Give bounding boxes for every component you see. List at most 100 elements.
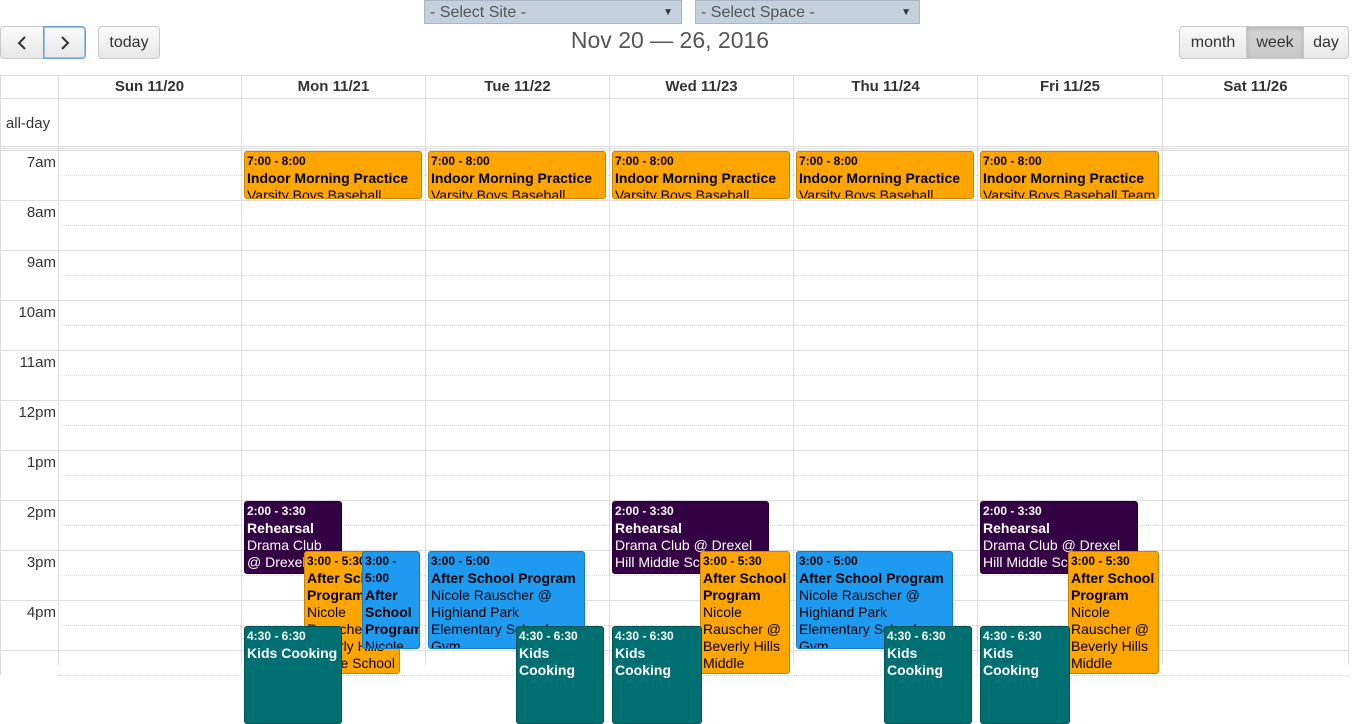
event-time: 4:30 - 6:30 bbox=[247, 629, 306, 643]
time-label: 1pm bbox=[26, 454, 56, 471]
calendar-event[interactable]: 4:30 - 6:30 Kids Cooking bbox=[612, 626, 702, 724]
time-label: 10am bbox=[18, 304, 56, 321]
hour-line bbox=[0, 200, 1349, 201]
event-title: After School Program bbox=[365, 587, 420, 637]
event-time: 4:30 - 6:30 bbox=[887, 629, 946, 643]
hour-line bbox=[0, 300, 1349, 301]
day-header: Tue 11/22 bbox=[426, 75, 610, 98]
event-time: 2:00 - 3:30 bbox=[247, 504, 306, 518]
event-title: Kids Cooking bbox=[247, 645, 338, 661]
event-time: 4:30 - 6:30 bbox=[519, 629, 578, 643]
event-title: After School Program bbox=[431, 570, 576, 586]
event-time: 3:00 - 5:00 bbox=[431, 554, 490, 568]
event-title: Indoor Morning Practice bbox=[247, 170, 409, 186]
event-title: Rehearsal bbox=[247, 520, 314, 536]
event-time: 3:00 - 5:30 bbox=[1071, 554, 1130, 568]
event-time: 7:00 - 8:00 bbox=[431, 154, 490, 168]
calendar-event[interactable]: 3:00 - 5:00After School ProgramNicole Ra… bbox=[362, 551, 420, 649]
calendar-event[interactable]: 4:30 - 6:30 Kids Cooking bbox=[516, 626, 604, 724]
hour-line bbox=[0, 350, 1349, 351]
select-site-dropdown[interactable]: - Select Site - ▼ bbox=[424, 0, 682, 24]
half-hour-line bbox=[58, 425, 1349, 426]
time-label: 9am bbox=[26, 254, 56, 271]
half-hour-line bbox=[58, 475, 1349, 476]
calendar-event[interactable]: 7:00 - 8:00 Indoor Morning Practice Varsit… bbox=[612, 151, 790, 199]
day-header: Sat 11/26 bbox=[1163, 75, 1349, 98]
event-description: Nicole Rauscher @ Beverly Hills Middle S… bbox=[703, 604, 782, 673]
event-title: After School Program bbox=[1071, 570, 1155, 603]
event-description: Varsity Boys Baseball Team bbox=[615, 187, 750, 199]
event-title: Indoor Morning Practice bbox=[983, 170, 1145, 186]
hour-line bbox=[0, 400, 1349, 401]
event-title: Indoor Morning Practice bbox=[799, 170, 961, 186]
event-title: Kids Cooking bbox=[519, 645, 575, 678]
event-time: 7:00 - 8:00 bbox=[247, 154, 306, 168]
event-description: Varsity Boys Baseball Team bbox=[983, 187, 1156, 199]
event-description: Varsity Boys Baseball Team bbox=[247, 187, 382, 199]
event-time: 7:00 - 8:00 bbox=[799, 154, 858, 168]
half-hour-line bbox=[58, 275, 1349, 276]
calendar-event[interactable]: 7:00 - 8:00 Indoor Morning Practice Varsit… bbox=[428, 151, 606, 199]
half-hour-line bbox=[58, 225, 1349, 226]
calendar-event[interactable]: 4:30 - 6:30 Kids Cooking bbox=[884, 626, 972, 724]
hour-line bbox=[0, 250, 1349, 251]
half-hour-line bbox=[58, 375, 1349, 376]
event-title: Indoor Morning Practice bbox=[615, 170, 777, 186]
calendar-event[interactable]: 7:00 - 8:00 Indoor Morning Practice Varsit… bbox=[244, 151, 422, 199]
day-header: Fri 11/25 bbox=[978, 75, 1163, 98]
event-title: Indoor Morning Practice bbox=[431, 170, 593, 186]
calendar-event[interactable]: 4:30 - 6:30 Kids Cooking bbox=[244, 626, 342, 724]
view-day-button[interactable]: day bbox=[1303, 26, 1349, 59]
grid-divider bbox=[241, 75, 242, 665]
allday-label: all-day bbox=[5, 115, 51, 132]
calendar-event[interactable]: 4:30 - 6:30 Kids Cooking bbox=[980, 626, 1070, 724]
grid-divider bbox=[793, 75, 794, 665]
event-time: 3:00 - 5:00 bbox=[799, 554, 858, 568]
event-title: Kids Cooking bbox=[983, 645, 1039, 678]
time-label: 8am bbox=[26, 204, 56, 221]
grid-divider bbox=[609, 75, 610, 665]
date-range-title: Nov 20 — 26, 2016 bbox=[570, 27, 770, 53]
day-header: Wed 11/23 bbox=[610, 75, 794, 98]
event-time: 7:00 - 8:00 bbox=[615, 154, 674, 168]
time-label: 2pm bbox=[26, 504, 56, 521]
dropdown-caret-icon: ▼ bbox=[663, 7, 673, 18]
event-time: 3:00 - 5:00 bbox=[365, 554, 397, 585]
event-title: Kids Cooking bbox=[887, 645, 943, 678]
grid-divider bbox=[0, 146, 1349, 147]
time-label: 7am bbox=[26, 154, 56, 171]
view-month-button[interactable]: month bbox=[1179, 26, 1247, 59]
time-label: 4pm bbox=[26, 604, 56, 621]
event-description: Nicole Rauscher @ Beverly Hills Middle S… bbox=[1071, 604, 1150, 673]
grid-divider bbox=[58, 75, 59, 665]
day-header: Sun 11/20 bbox=[58, 75, 242, 98]
calendar-event[interactable]: 7:00 - 8:00 Indoor Morning Practice Varsit… bbox=[796, 151, 974, 199]
time-label: 11am bbox=[19, 354, 56, 371]
calendar-event[interactable]: 3:00 - 5:30 After School Program Nicole Ra… bbox=[1068, 551, 1159, 674]
dropdown-caret-icon: ▼ bbox=[901, 7, 911, 18]
day-header: Mon 11/21 bbox=[242, 75, 426, 98]
event-time: 2:00 - 3:30 bbox=[615, 504, 674, 518]
event-title: Rehearsal bbox=[615, 520, 682, 536]
grid-divider bbox=[1348, 75, 1349, 665]
hour-line bbox=[0, 450, 1349, 451]
view-week-button[interactable]: week bbox=[1246, 26, 1304, 59]
event-title: Kids Cooking bbox=[615, 645, 671, 678]
grid-divider bbox=[1162, 75, 1163, 665]
grid-divider bbox=[425, 75, 426, 665]
calendar-event[interactable]: 7:00 - 8:00 Indoor Morning Practice Varsit… bbox=[980, 151, 1159, 199]
select-site-value: - Select Site - bbox=[430, 4, 527, 21]
event-description: Varsity Boys Baseball Team bbox=[431, 187, 566, 199]
grid-divider bbox=[0, 98, 1349, 99]
select-space-dropdown[interactable]: - Select Space - ▼ bbox=[695, 0, 920, 24]
event-title: After School Program bbox=[703, 570, 787, 603]
time-label: 3pm bbox=[26, 554, 56, 571]
event-time: 2:00 - 3:30 bbox=[983, 504, 1042, 518]
day-header: Thu 11/24 bbox=[794, 75, 978, 98]
event-time: 4:30 - 6:30 bbox=[983, 629, 1042, 643]
time-label: 12pm bbox=[18, 404, 56, 421]
calendar-event[interactable]: 3:00 - 5:30 After School Program Nicole Ra… bbox=[700, 551, 790, 674]
event-title: After School Program bbox=[799, 570, 944, 586]
event-time: 4:30 - 6:30 bbox=[615, 629, 674, 643]
grid-divider bbox=[0, 148, 1349, 149]
